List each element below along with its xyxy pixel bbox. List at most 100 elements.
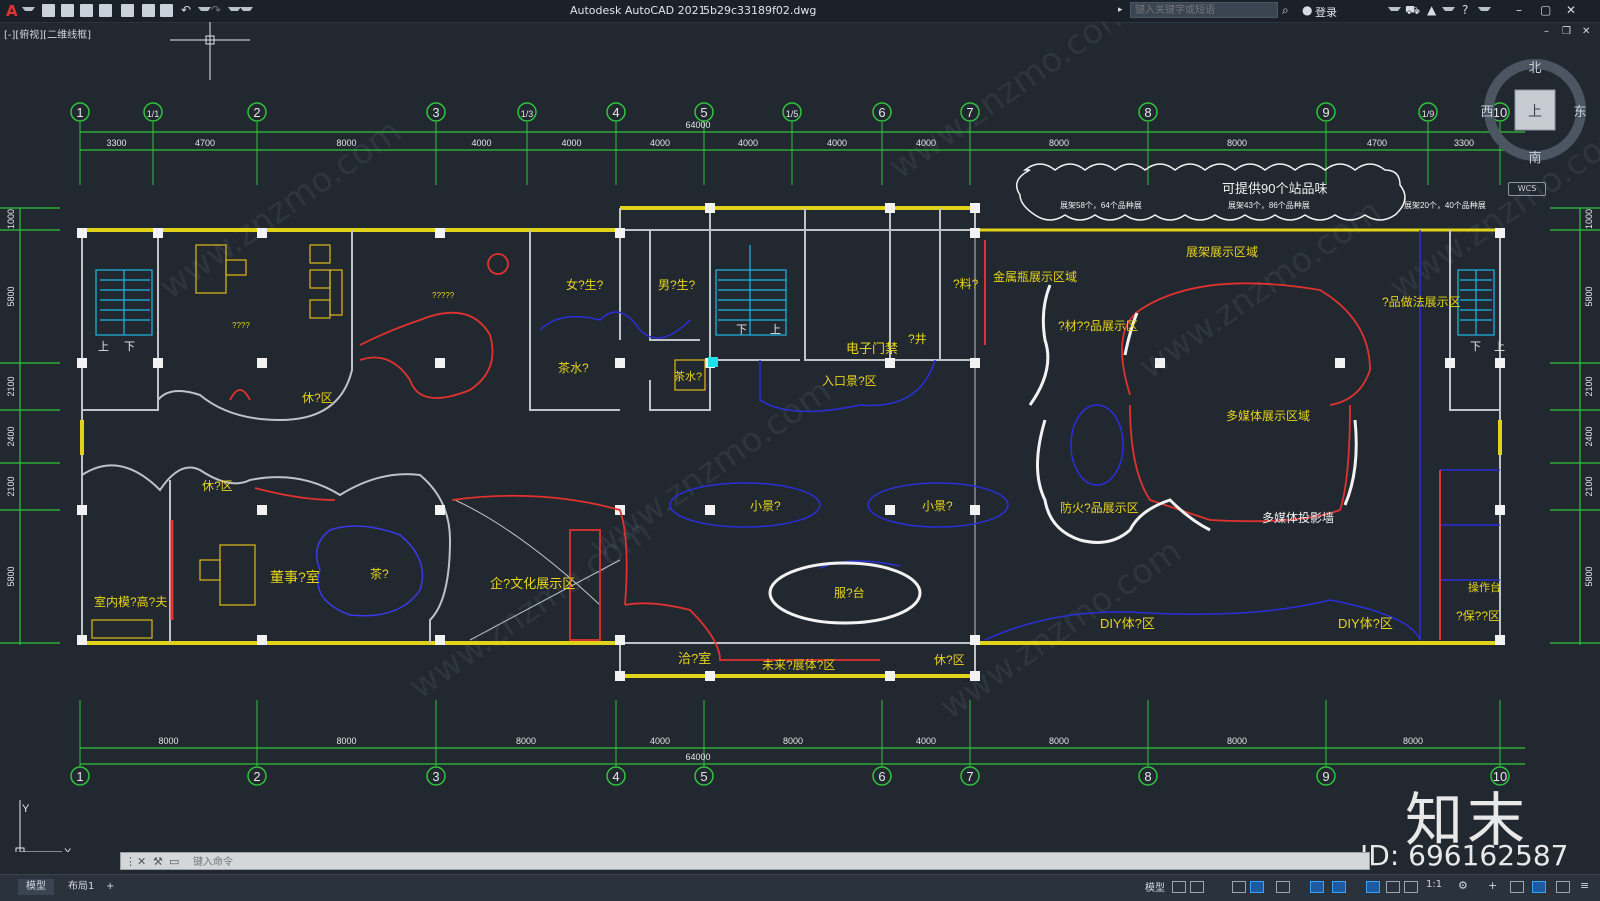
axis-label-top: 1/9 — [1422, 109, 1435, 119]
object-snap-icon[interactable] — [1310, 881, 1324, 893]
wcs-menu[interactable]: WCS — [1508, 182, 1546, 196]
grid-icon[interactable] — [1172, 881, 1186, 893]
redo-icon[interactable]: ↷ — [211, 3, 221, 17]
label-stairs-mid-down: 下 — [736, 324, 747, 336]
help-icon[interactable]: ? — [1462, 3, 1468, 17]
column — [970, 203, 980, 213]
left-dimension-values: 1000 5800 2100 2400 2100 5800 — [6, 209, 16, 587]
command-line[interactable]: ⋮ ✕ ⚒ ▭ — [120, 852, 1370, 871]
label-cloud-note-3: 展架20个，40个品种展 — [1404, 200, 1486, 210]
undo-icon[interactable]: ↶ — [181, 3, 191, 17]
axis-label-bottom: 8 — [1144, 769, 1151, 784]
drawing-canvas[interactable]: www.znzmo.comwww.znzmo.comwww.znzmo.comw… — [0, 22, 1600, 852]
help-search-input[interactable] — [1130, 2, 1278, 18]
command-input[interactable] — [191, 853, 1365, 871]
total-dimension-bottom: 64000 — [685, 752, 710, 762]
save-as-icon[interactable] — [99, 4, 112, 17]
dimension-value-left: 5800 — [6, 566, 16, 586]
white-curves — [768, 284, 1358, 625]
label-rest-3: 休?区 — [934, 653, 965, 667]
polar-tracking-icon[interactable] — [1250, 881, 1264, 893]
login-button[interactable]: 登录 — [1315, 4, 1337, 20]
isolate-objects-icon[interactable] — [1510, 881, 1524, 893]
ortho-icon[interactable] — [1232, 881, 1246, 893]
app-dropdown-icon[interactable] — [1442, 7, 1455, 18]
autocad-logo-icon[interactable]: A — [6, 2, 18, 20]
hardware-acceleration-icon[interactable] — [1532, 881, 1546, 893]
recent-commands-icon[interactable]: ▭ — [169, 855, 179, 868]
app-menu-chevron-icon[interactable] — [22, 7, 35, 18]
dimension-value-bottom: 4000 — [916, 736, 936, 746]
column — [970, 671, 980, 681]
scale-dropdown[interactable]: 1:1 — [1426, 879, 1442, 890]
help-dropdown-icon[interactable] — [1478, 7, 1491, 18]
workspace-gear-icon[interactable]: ⚙ — [1458, 879, 1468, 892]
column — [77, 228, 87, 238]
dimension-value-bottom: 8000 — [1403, 736, 1423, 746]
open-file-icon[interactable] — [61, 4, 74, 17]
tab-layout1[interactable]: 布局1 — [60, 879, 102, 895]
add-layout-button[interactable]: + — [98, 879, 122, 895]
user-icon[interactable]: ● — [1302, 3, 1312, 17]
dimension-value-top: 4000 — [916, 138, 936, 148]
column — [970, 358, 980, 368]
login-dropdown-icon[interactable] — [1388, 7, 1401, 18]
column — [1155, 358, 1165, 368]
label-stairs-right-up: 上 — [1494, 340, 1505, 353]
undo-dropdown-icon[interactable] — [198, 7, 211, 18]
column — [970, 505, 980, 515]
label-elevator-hall: 电子门禁 — [846, 341, 898, 356]
open-web-icon[interactable] — [121, 4, 134, 17]
auto-scale-icon[interactable] — [1386, 881, 1400, 893]
cart-icon[interactable]: ⛟ — [1405, 3, 1420, 19]
dimension-value-bottom: 8000 — [783, 736, 803, 746]
label-material-room: ?料? — [953, 277, 979, 291]
save-web-icon[interactable] — [142, 4, 155, 17]
annotation-visibility-icon[interactable] — [1366, 881, 1380, 893]
annotation-scale-icon[interactable] — [1404, 881, 1418, 893]
dimension-value-right: 1000 — [1584, 209, 1594, 229]
axis-label-top: 4 — [612, 105, 619, 120]
lineweight-icon[interactable] — [1332, 881, 1346, 893]
search-icon[interactable]: ⌕ — [1282, 3, 1289, 18]
close-icon[interactable]: ✕ — [1566, 3, 1576, 17]
label-men-wc: 男?生? — [658, 278, 696, 292]
snap-icon[interactable] — [1190, 881, 1204, 893]
label-service-desk: 服?台 — [834, 585, 865, 600]
plot-icon[interactable] — [160, 4, 173, 17]
label-tea-2: 茶水? — [674, 370, 702, 383]
customize-status-icon[interactable]: ≡ — [1580, 879, 1589, 892]
dimension-value-top: 4000 — [471, 138, 491, 148]
model-space-button[interactable]: 模型 — [1145, 879, 1165, 894]
axis-label-top: 6 — [878, 105, 885, 120]
search-expand-icon[interactable]: ▸ — [1118, 5, 1123, 15]
column — [1335, 358, 1345, 368]
isodraft-icon[interactable] — [1276, 881, 1290, 893]
axis-label-top: 7 — [966, 105, 973, 120]
compass-south: 南 — [1528, 150, 1541, 165]
minimize-icon[interactable]: – — [1516, 3, 1522, 17]
clean-screen-icon[interactable] — [1556, 881, 1570, 893]
customize-command-icon[interactable]: ⚒ — [153, 855, 163, 868]
save-icon[interactable] — [80, 4, 93, 17]
label-corp-culture: 企?文化展示区 — [490, 576, 575, 591]
autodesk-app-icon[interactable]: ▲ — [1427, 3, 1436, 17]
label-board-room: 董事?室 — [270, 569, 320, 585]
column — [1495, 635, 1505, 645]
customize-toolbar-icon[interactable] — [240, 7, 253, 18]
maximize-icon[interactable]: ▢ — [1540, 3, 1551, 17]
svg-text:Y: Y — [22, 803, 30, 815]
dimension-value-top: 8000 — [336, 138, 356, 148]
label-material-display: ?材??品展示区 — [1058, 319, 1138, 333]
tab-model[interactable]: 模型 — [18, 879, 54, 895]
close-command-icon[interactable]: ✕ — [137, 855, 146, 868]
label-metal-display: 金属瓶展示区域 — [993, 269, 1077, 284]
column — [153, 228, 163, 238]
new-file-icon[interactable] — [42, 4, 55, 17]
plus-icon[interactable]: + — [1488, 879, 1497, 892]
command-grip-icon[interactable]: ⋮ — [125, 855, 136, 868]
furniture-yellow — [91, 244, 706, 639]
axis-label-bottom: 6 — [878, 769, 885, 784]
column — [1495, 358, 1505, 368]
dimension-value-top: 3300 — [1454, 138, 1474, 148]
